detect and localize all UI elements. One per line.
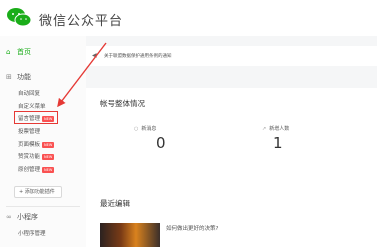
recent-article-title[interactable]: 如何做出更好的决策?: [166, 224, 218, 232]
stat-new-messages-value[interactable]: 0: [156, 134, 166, 152]
article-thumbnail[interactable]: [100, 223, 160, 247]
stat-new-followers-value[interactable]: 1: [273, 134, 283, 152]
site-title[interactable]: 微信公众平台: [39, 10, 123, 29]
sidebar: ⌂ 首页 ⊞ 功能 自动回复 自定义菜单 留言管理 NEW 投票管理 页面模板 NEW …: [0, 36, 86, 247]
sidebar-section-mini-program[interactable]: ∞ 小程序: [6, 212, 38, 222]
grid-icon: ⊞: [6, 73, 12, 81]
sidebar-item-page-template[interactable]: 页面模板 NEW: [18, 140, 55, 148]
section-label: 功能: [17, 73, 31, 81]
sidebar-section-function[interactable]: ⊞ 功能: [6, 72, 31, 82]
trend-up-icon: ↗: [262, 126, 267, 132]
sidebar-item-label: 投票管理: [18, 129, 41, 135]
sidebar-item-mini-program-manage[interactable]: 小程序管理: [18, 229, 46, 237]
sidebar-item-label: 赞赏功能: [18, 154, 41, 160]
new-badge: NEW: [42, 166, 55, 173]
top-header: 微信公众平台: [0, 0, 377, 36]
highlight-box: [14, 111, 58, 124]
recent-edits-panel: 最近编辑 如何做出更好的决策?: [86, 186, 377, 247]
new-badge: NEW: [42, 141, 55, 148]
stat-label-text: 新消息: [141, 126, 157, 132]
stat-label-text: 新增人数: [269, 126, 290, 132]
sidebar-item-label: 小程序管理: [18, 231, 46, 237]
sidebar-item-auto-reply[interactable]: 自动回复: [18, 89, 40, 97]
add-plugin-button[interactable]: + 添加功能插件: [14, 186, 62, 198]
stat-new-messages-label[interactable]: ○ 新消息: [134, 125, 156, 132]
overview-title: 帐号整体情况: [100, 99, 145, 108]
mini-program-icon: ∞: [6, 213, 12, 221]
message-icon: ○: [134, 126, 139, 132]
new-badge: NEW: [42, 153, 55, 160]
speaker-icon: ◀: [92, 52, 97, 59]
sidebar-item-label: 自定义菜单: [18, 104, 46, 110]
sidebar-item-reward[interactable]: 赞赏功能 NEW: [18, 152, 55, 160]
sidebar-item-custom-menu[interactable]: 自定义菜单: [18, 102, 46, 110]
notice-text[interactable]: 关于联盟数据保护通用条例的通知: [104, 53, 172, 59]
sidebar-item-original[interactable]: 原创管理 NEW: [18, 165, 55, 173]
sidebar-item-vote-manage[interactable]: 投票管理: [18, 127, 40, 135]
sidebar-item-home[interactable]: ⌂ 首页: [6, 47, 31, 57]
recent-title: 最近编辑: [100, 199, 130, 208]
home-icon: ⌂: [6, 48, 11, 56]
sidebar-item-label: 页面模板: [18, 142, 41, 148]
section-label: 小程序: [17, 213, 38, 221]
notice-bar[interactable]: ◀ 关于联盟数据保护通用条例的通知: [86, 46, 377, 66]
sidebar-item-label: 自动回复: [18, 91, 41, 97]
main-content: ◀ 关于联盟数据保护通用条例的通知 帐号整体情况 ○ 新消息 0 ↗ 新增人数 1 …: [86, 36, 377, 247]
wechat-logo-icon[interactable]: [6, 7, 32, 27]
sidebar-divider: [6, 206, 80, 207]
stat-new-followers-label[interactable]: ↗ 新增人数: [262, 125, 289, 132]
sidebar-item-label: 原创管理: [18, 167, 41, 173]
sidebar-item-label: 首页: [17, 48, 31, 56]
